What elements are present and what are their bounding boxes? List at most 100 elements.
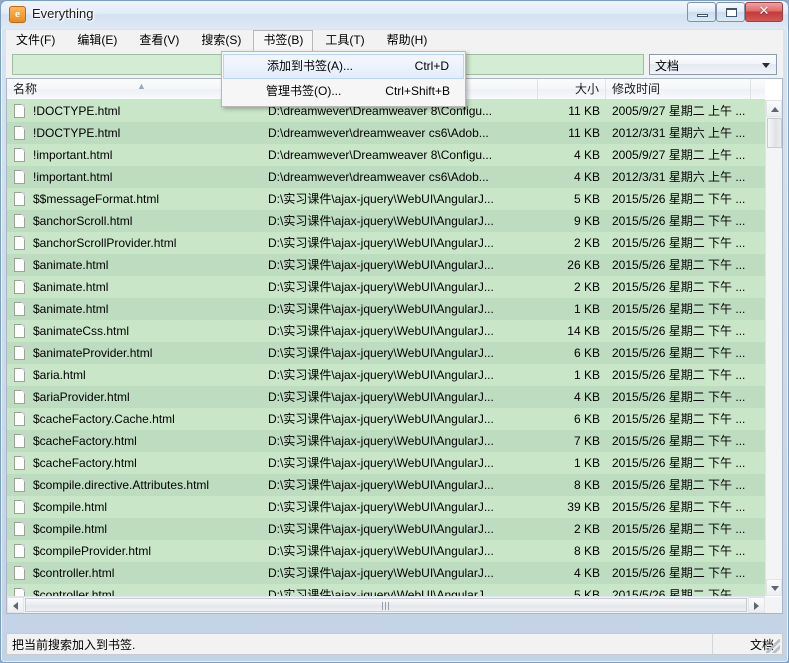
table-row[interactable]: $compileProvider.html D:\实习课件\ajax-jquery… (7, 540, 765, 562)
table-row[interactable]: $cacheFactory.html D:\实习课件\ajax-jquery\We… (7, 452, 765, 474)
cell-name: $cacheFactory.html (33, 456, 137, 470)
table-row[interactable]: $aria.html D:\实习课件\ajax-jquery\WebUI\Angu… (7, 364, 765, 386)
menu-item-label: 管理书签(O)... (266, 84, 342, 98)
menu-edit[interactable]: 编辑(E) (67, 30, 127, 52)
table-row[interactable]: $cacheFactory.html D:\实习课件\ajax-jquery\We… (7, 430, 765, 452)
scroll-down-button[interactable] (766, 579, 782, 596)
cell-date: 2015/5/26 星期二 下午 ... (612, 500, 746, 514)
cell-size: 8 KB (573, 544, 600, 558)
filter-dropdown[interactable]: 文档 (649, 54, 777, 75)
maximize-icon (717, 3, 744, 21)
menu-item-bookmark-1[interactable]: 管理书签(O)... Ctrl+Shift+B (223, 79, 464, 104)
cell-name: $cacheFactory.html (33, 434, 137, 448)
vertical-scroll-thumb[interactable] (767, 118, 782, 148)
cell-date: 2015/5/26 星期二 下午 ... (612, 214, 746, 228)
app-icon: e (9, 6, 26, 23)
cell-size: 39 KB (567, 500, 600, 514)
resize-grip-icon[interactable] (766, 639, 780, 653)
maximize-button[interactable] (716, 2, 745, 22)
scroll-right-button[interactable] (748, 597, 765, 613)
everything-window: e Everything ✕ 文件(F) 编辑(E) 查看(V) 搜索(S) 书签(B)… (0, 0, 789, 663)
triangle-up-icon (771, 107, 779, 112)
cell-name: $$messageFormat.html (33, 192, 160, 206)
cell-size: 11 KB (568, 104, 600, 118)
cell-date: 2015/5/26 星期二 下午 ... (612, 478, 746, 492)
cell-name: $cacheFactory.Cache.html (33, 412, 175, 426)
close-button[interactable]: ✕ (745, 2, 783, 22)
table-row[interactable]: $animate.html D:\实习课件\ajax-jquery\WebUI\A… (7, 298, 765, 320)
table-row[interactable]: !DOCTYPE.html D:\dreamwever\dreamweaver c… (7, 122, 765, 144)
menu-edit-label: 编辑(E) (77, 32, 118, 47)
table-row[interactable]: $anchorScrollProvider.html D:\实习课件\ajax-j… (7, 232, 765, 254)
cell-size: 2 KB (573, 280, 600, 294)
cell-path: D:\dreamwever\dreamweaver cs6\Adob... (268, 126, 489, 140)
cell-size: 5 KB (573, 588, 600, 596)
cell-name: $animate.html (33, 280, 109, 294)
table-row[interactable]: $anchorScroll.html D:\实习课件\ajax-jquery\We… (7, 210, 765, 232)
title-bar[interactable]: e Everything ✕ (1, 1, 788, 29)
cell-path: D:\实习课件\ajax-jquery\WebUI\AngularJ... (268, 324, 494, 338)
close-icon: ✕ (758, 4, 770, 19)
cell-date: 2015/5/26 星期二 下午 ... (612, 456, 746, 470)
cell-path: D:\实习课件\ajax-jquery\WebUI\AngularJ... (268, 588, 494, 596)
table-row[interactable]: $cacheFactory.Cache.html D:\实习课件\ajax-jqu… (7, 408, 765, 430)
menu-view[interactable]: 查看(V) (129, 30, 189, 52)
cell-name: !important.html (33, 148, 113, 162)
column-date[interactable]: 修改时间 (606, 79, 751, 99)
status-bar: 把当前搜索加入到书签. 文档 (6, 633, 783, 655)
table-row[interactable]: $animate.html D:\实习课件\ajax-jquery\WebUI\A… (7, 276, 765, 298)
scroll-up-button[interactable] (766, 100, 782, 117)
menu-search[interactable]: 搜索(S) (191, 30, 251, 52)
cell-size: 26 KB (567, 258, 600, 272)
horizontal-scroll-thumb[interactable] (25, 598, 747, 612)
cell-date: 2015/5/26 星期二 下午 ... (612, 522, 746, 536)
results-rows[interactable]: !DOCTYPE.html D:\dreamwever\Dreamweaver 8… (7, 100, 765, 596)
chevron-down-icon (762, 63, 770, 68)
table-row[interactable]: $animateCss.html D:\实习课件\ajax-jquery\WebU… (7, 320, 765, 342)
horizontal-scrollbar[interactable] (7, 596, 782, 613)
menu-file[interactable]: 文件(F) (6, 30, 65, 52)
table-row[interactable]: $$messageFormat.html D:\实习课件\ajax-jquery\… (7, 188, 765, 210)
menu-tools[interactable]: 工具(T) (315, 30, 374, 52)
cell-name: $aria.html (33, 368, 86, 382)
cell-date: 2005/9/27 星期二 上午 ... (612, 104, 746, 118)
vertical-scrollbar[interactable] (765, 100, 782, 596)
menu-search-label: 搜索(S) (201, 32, 242, 47)
cell-name: $compile.html (33, 522, 108, 536)
table-row[interactable]: !important.html D:\dreamwever\Dreamweaver… (7, 144, 765, 166)
cell-size: 2 KB (573, 522, 600, 536)
cell-path: D:\实习课件\ajax-jquery\WebUI\AngularJ... (268, 456, 494, 470)
table-row[interactable]: $ariaProvider.html D:\实习课件\ajax-jquery\We… (7, 386, 765, 408)
cell-size: 5 KB (573, 192, 600, 206)
cell-path: D:\实习课件\ajax-jquery\WebUI\AngularJ... (268, 500, 494, 514)
table-row[interactable]: $controller.html D:\实习课件\ajax-jquery\WebU… (7, 562, 765, 584)
menu-help[interactable]: 帮助(H) (377, 30, 438, 52)
cell-name: $anchorScroll.html (33, 214, 133, 228)
cell-path: D:\实习课件\ajax-jquery\WebUI\AngularJ... (268, 368, 494, 382)
column-size[interactable]: 大小 (538, 79, 606, 99)
cell-path: D:\实习课件\ajax-jquery\WebUI\AngularJ... (268, 434, 494, 448)
minimize-button[interactable] (687, 2, 716, 22)
menu-view-label: 查看(V) (139, 32, 180, 47)
cell-date: 2015/5/26 星期二 下午 ... (612, 324, 746, 338)
menu-bookmarks[interactable]: 书签(B) (253, 29, 314, 52)
app-icon-glyph: e (15, 8, 20, 20)
menu-file-label: 文件(F) (16, 32, 56, 47)
table-row[interactable]: $controller.html D:\实习课件\ajax-jquery\WebU… (7, 584, 765, 596)
cell-size: 1 KB (573, 456, 600, 470)
cell-date: 2012/3/31 星期六 上午 ... (612, 126, 746, 140)
table-row[interactable]: $animateProvider.html D:\实习课件\ajax-jquery… (7, 342, 765, 364)
cell-path: D:\实习课件\ajax-jquery\WebUI\AngularJ... (268, 544, 494, 558)
scroll-left-button[interactable] (7, 597, 24, 613)
table-row[interactable]: $compile.html D:\实习课件\ajax-jquery\WebUI\A… (7, 496, 765, 518)
table-row[interactable]: $animate.html D:\实习课件\ajax-jquery\WebUI\A… (7, 254, 765, 276)
menu-item-bookmark-0[interactable]: 添加到书签(A)... Ctrl+D (223, 54, 464, 79)
table-row[interactable]: $compile.directive.Attributes.html D:\实习课… (7, 474, 765, 496)
cell-date: 2015/5/26 星期二 下午 ... (612, 588, 746, 596)
table-row[interactable]: $compile.html D:\实习课件\ajax-jquery\WebUI\A… (7, 518, 765, 540)
cell-name: $compile.html (33, 500, 108, 514)
table-row[interactable]: !important.html D:\dreamwever\dreamweaver… (7, 166, 765, 188)
results-list: ▲ 名称路径大小修改时间 !DOCTYPE.htmlD:\dreamwever\… (6, 78, 783, 614)
cell-name: $controller.html (33, 588, 115, 596)
cell-name: !important.html (33, 170, 113, 184)
